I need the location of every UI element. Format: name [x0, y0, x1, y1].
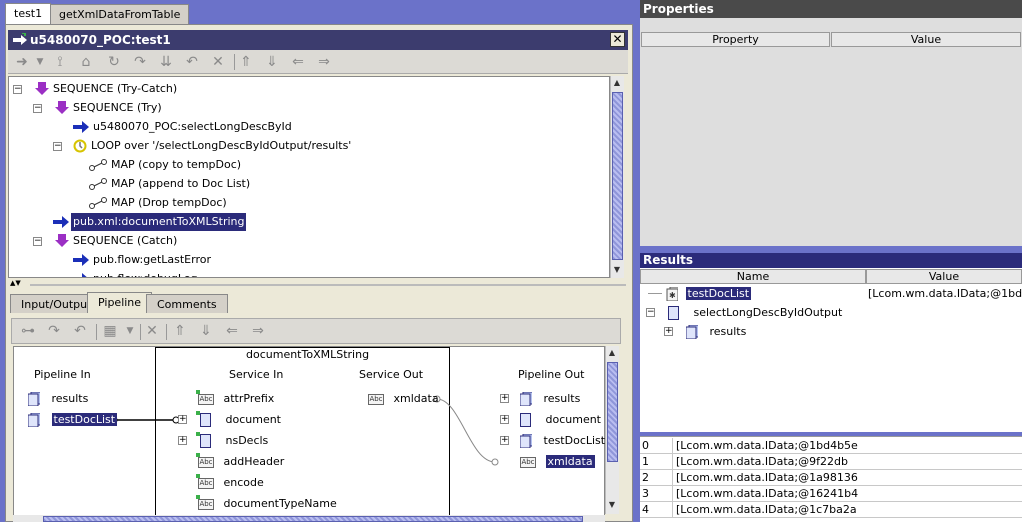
- string-icon: Abc: [198, 393, 214, 405]
- string-icon: Abc: [198, 498, 214, 510]
- service-out-title: Service Out: [359, 368, 424, 381]
- field-label: addHeader: [223, 455, 285, 468]
- results-tree-row[interactable]: ✱ testDocList: [648, 285, 752, 303]
- document-list-icon: [28, 392, 40, 406]
- document-list-icon: [520, 434, 532, 448]
- document-list-icon: [28, 413, 40, 427]
- results-tree-value: [Lcom.wm.data.IData;@1bd4...: [868, 287, 1022, 300]
- field-label: documentTypeName: [223, 497, 337, 510]
- value-column-header[interactable]: Value: [866, 269, 1022, 284]
- value-column-header[interactable]: Value: [831, 32, 1021, 47]
- service-in-field[interactable]: + document: [178, 411, 281, 429]
- properties-header: Properties: [640, 0, 1022, 18]
- string-icon: Abc: [198, 456, 214, 468]
- service-out-field[interactable]: Abc xmldata: [368, 390, 439, 408]
- field-label: document: [545, 413, 602, 426]
- results-tree-label: selectLongDescByIdOutput: [693, 306, 843, 319]
- name-column-header[interactable]: Name: [640, 269, 866, 284]
- pipeline-hscrollbar[interactable]: [13, 515, 605, 522]
- pipeline-in-title: Pipeline In: [34, 368, 91, 381]
- pipeline-out-field[interactable]: Abc xmldata: [500, 453, 595, 471]
- document-icon: [200, 434, 211, 448]
- pipeline-vscrollbar[interactable]: ▲ ▼: [605, 346, 619, 514]
- grid-row[interactable]: 2 [Lcom.wm.data.IData;@1a98136: [640, 470, 1022, 486]
- pipeline-out-field[interactable]: + testDocList: [500, 432, 605, 450]
- service-in-field[interactable]: Abc addHeader: [178, 453, 284, 471]
- grid-row[interactable]: 1 [Lcom.wm.data.IData;@9f22db: [640, 454, 1022, 470]
- service-in-field[interactable]: Abc documentTypeName: [178, 495, 337, 513]
- expand-icon[interactable]: +: [178, 415, 187, 424]
- field-label-selected: xmldata: [545, 455, 595, 468]
- service-title: documentToXMLString: [246, 348, 370, 361]
- document-list-icon: ✱: [666, 287, 678, 301]
- expand-icon[interactable]: +: [500, 394, 509, 403]
- results-tree-label-selected: testDocList: [685, 287, 752, 300]
- results-tree-row[interactable]: + results: [664, 323, 746, 341]
- pipeline-hscroll-thumb[interactable]: [43, 516, 583, 522]
- field-label: results: [51, 392, 89, 405]
- pipeline-vscroll-thumb[interactable]: [607, 362, 618, 462]
- pipeline-out-title: Pipeline Out: [518, 368, 585, 381]
- expand-icon[interactable]: +: [664, 327, 673, 336]
- string-icon: Abc: [368, 393, 384, 405]
- results-header: Results: [640, 253, 1022, 268]
- string-icon: Abc: [198, 477, 214, 489]
- expand-icon[interactable]: +: [178, 436, 187, 445]
- document-icon: [200, 413, 211, 427]
- field-label: results: [543, 392, 581, 405]
- scroll-up-icon[interactable]: ▲: [606, 347, 618, 359]
- field-label: xmldata: [393, 392, 439, 405]
- service-in-field[interactable]: Abc attrPrefix: [178, 390, 274, 408]
- expand-icon[interactable]: +: [500, 436, 509, 445]
- service-in-field[interactable]: Abc encode: [178, 474, 264, 492]
- field-label-selected: testDocList: [51, 413, 118, 426]
- field-label: encode: [223, 476, 264, 489]
- results-tree-label: results: [709, 325, 747, 338]
- document-icon: [668, 306, 679, 320]
- pipeline-out-field[interactable]: + results: [500, 390, 580, 408]
- pipeline-in-field[interactable]: results: [28, 390, 88, 408]
- svg-text:✱: ✱: [669, 291, 676, 300]
- property-column-header[interactable]: Property: [641, 32, 830, 47]
- results-panel: Name Value ✱ testDocList [Lcom.wm.data.I…: [640, 268, 1022, 432]
- collapse-icon[interactable]: −: [646, 308, 655, 317]
- scroll-down-icon[interactable]: ▼: [606, 499, 618, 511]
- document-icon: [520, 413, 531, 427]
- properties-panel: Property Value: [640, 18, 1022, 246]
- service-in-title: Service In: [229, 368, 284, 381]
- grid-row[interactable]: 3 [Lcom.wm.data.IData;@16241b4: [640, 486, 1022, 502]
- field-label: document: [225, 413, 282, 426]
- results-tree-row[interactable]: − selectLongDescByIdOutput: [646, 304, 842, 322]
- results-value-grid: 0 [Lcom.wm.data.IData;@1bd4b5e 1 [Lcom.wm.…: [640, 436, 1022, 522]
- string-icon: Abc: [520, 456, 536, 468]
- grid-row[interactable]: 0 [Lcom.wm.data.IData;@1bd4b5e: [640, 438, 1022, 454]
- pipeline-in-field[interactable]: testDocList: [28, 411, 118, 429]
- field-label: nsDecls: [225, 434, 269, 447]
- service-in-field[interactable]: + nsDecls: [178, 432, 268, 450]
- grid-row[interactable]: 4 [Lcom.wm.data.IData;@1c7ba2a: [640, 502, 1022, 518]
- document-list-icon: [686, 325, 698, 339]
- field-label: testDocList: [543, 434, 606, 447]
- document-list-icon: [520, 392, 532, 406]
- pipeline-out-field[interactable]: + document: [500, 411, 601, 429]
- field-label: attrPrefix: [223, 392, 275, 405]
- expand-icon[interactable]: +: [500, 415, 509, 424]
